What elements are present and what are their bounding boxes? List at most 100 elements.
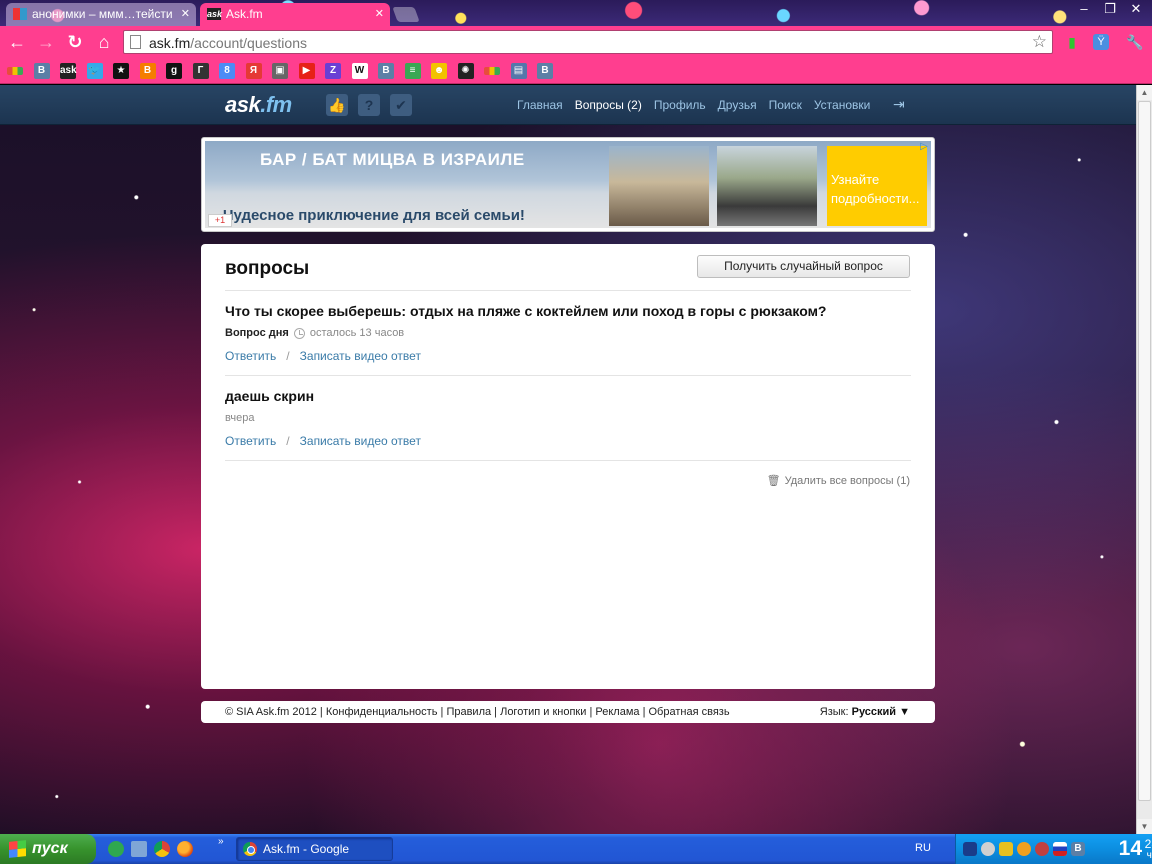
window-controls: – ❐ ✕ [1072,0,1148,20]
youtube-icon[interactable]: ▶ [298,63,315,79]
translate-icon[interactable]: Ÿ [1093,34,1109,50]
multicolor-grid-icon [13,8,27,20]
askfm-icon[interactable]: ask [60,63,77,79]
utorrent-icon[interactable] [108,841,124,857]
answer-link[interactable]: Ответить [225,349,276,363]
wikipedia-icon[interactable]: W [351,63,368,79]
bookmark-star-icon[interactable]: ☆ [1032,32,1047,52]
star-icon[interactable]: ★ [113,63,129,79]
delete-all-questions[interactable]: 🗑 Удалить все вопросы (1) [767,474,910,488]
footer-link-rules[interactable]: Правила [446,706,491,718]
video-answer-link[interactable]: Записать видео ответ [300,434,421,448]
ad-cta-button[interactable]: Узнайте подробности... [827,146,927,226]
system-clock[interactable]: 14 28 чт [1119,836,1152,862]
nav-search[interactable]: Поиск [769,98,802,112]
google-plus-one-button[interactable]: +1 [208,214,232,227]
random-question-button[interactable]: Получить случайный вопрос [697,255,910,278]
nav-settings[interactable]: Установки [814,98,870,112]
footer-link-feedback[interactable]: Обратная связь [649,706,730,718]
wrench-icon[interactable]: 🔧 [1125,32,1145,52]
google-icon[interactable]: 8 [219,63,235,79]
questions-card: вопросы Получить случайный вопрос Что ты… [201,244,935,689]
russian-flag-icon[interactable] [1053,842,1067,856]
page-title: вопросы [225,258,310,279]
answer-link[interactable]: Ответить [225,434,276,448]
footer-link-privacy[interactable]: Конфиденциальность [326,706,438,718]
adchoices-icon[interactable]: ▷ [917,140,931,154]
nav-home[interactable]: Главная [517,98,563,112]
ad-photo-city [609,146,709,226]
separator: / [286,434,290,448]
footer-link-ads[interactable]: Реклама [595,706,639,718]
z-icon[interactable]: Z [325,63,341,79]
language-indicator[interactable]: RU [915,842,931,854]
multicolor-grid-icon[interactable] [484,67,500,75]
question-actions: Ответить / Записать видео ответ [225,349,421,363]
g-icon[interactable]: g [166,63,182,79]
vk-icon[interactable]: B [537,63,553,79]
question-mark-icon[interactable]: ? [358,94,380,116]
question-text[interactable]: даешь скрин [225,388,314,404]
nav-profile[interactable]: Профиль [654,98,706,112]
nav-friends[interactable]: Друзья [718,98,757,112]
security-icon[interactable] [999,842,1013,856]
vk-icon[interactable]: B [378,63,394,79]
logout-icon[interactable]: ⇥ [893,96,909,112]
tv-icon[interactable]: ▣ [272,63,288,79]
gamma-icon[interactable]: Г [192,63,209,79]
blogger-icon[interactable]: B [139,63,156,79]
smiley-icon[interactable]: ☻ [431,63,447,79]
maximize-icon[interactable]: ❐ [1098,0,1122,18]
address-bar[interactable]: ask.fm/account/questions ☆ [123,30,1053,54]
tab-askfm[interactable]: ask Ask.fm ✕ [200,3,390,26]
nav-questions[interactable]: Вопросы (2) [575,98,642,112]
close-window-icon[interactable]: ✕ [1124,0,1148,18]
opera-icon[interactable] [1035,842,1049,856]
chevron-icon[interactable]: » [218,836,224,847]
scrollbar-thumb[interactable] [1138,101,1151,801]
language-value: Русский ▼ [851,706,910,718]
start-button[interactable]: пуск [0,834,96,864]
checkmark-icon[interactable]: ✔ [390,94,412,116]
tab-anonymki[interactable]: анонимки – ммм…тейсти ✕ [6,3,196,26]
vertical-scrollbar[interactable]: ▲ ▼ [1136,85,1152,834]
close-icon[interactable]: ✕ [375,3,384,25]
footer-link-logo[interactable]: Логотип и кнопки [500,706,586,718]
yandex-icon[interactable]: Я [245,63,262,79]
scroll-down-arrow[interactable]: ▼ [1137,819,1152,834]
thumbs-up-icon[interactable]: 👍 [326,94,348,116]
minimize-icon[interactable]: – [1072,0,1096,18]
ad-subtitle: Чудесное приключение для всей семьи! [223,207,525,224]
question-meta: Вопрос дня осталось 13 часов [225,327,404,339]
show-desktop-icon[interactable] [131,841,147,857]
vk-icon[interactable]: B [33,63,50,79]
question-text[interactable]: Что ты скорее выберешь: отдых на пляже с… [225,303,827,319]
twitter-bird-icon[interactable]: 🐦 [86,63,103,79]
chrome-icon[interactable] [154,841,170,857]
flag-icon[interactable]: ≡ [404,63,421,79]
taskbar-item-chrome[interactable]: Ask.fm - Google Chrome [236,837,393,861]
app-tray-icon[interactable] [1017,842,1031,856]
signal-bars-icon[interactable]: ▮ [1062,32,1082,52]
picture-icon[interactable]: ▤ [510,63,527,79]
network-icon[interactable] [981,842,995,856]
forward-arrow-icon[interactable]: → [36,32,56,52]
reload-icon[interactable]: ↻ [65,32,85,52]
video-answer-link[interactable]: Записать видео ответ [300,349,421,363]
home-icon[interactable]: ⌂ [94,32,114,52]
film-reel-icon[interactable]: ✺ [457,63,474,79]
vk-icon[interactable]: B [1071,842,1085,856]
question-of-day-badge: Вопрос дня [225,327,289,339]
back-arrow-icon[interactable]: ← [7,32,27,52]
close-icon[interactable]: ✕ [181,3,190,25]
scroll-up-arrow[interactable]: ▲ [1137,85,1152,100]
multicolor-grid-icon[interactable] [7,67,23,75]
bookmarks-bar: Bask 🐦 ★ Bg Г 8 Я ▣ ▶ Z W B ≡ ☻ ✺ ▤ B [0,58,1152,84]
new-tab-button[interactable] [392,7,420,22]
browser-toolbar: ← → ↻ ⌂ ask.fm/account/questions ☆ ▮ Ÿ 🔧 [0,26,1152,58]
firefox-icon[interactable] [177,841,193,857]
language-selector[interactable]: Язык: Русский ▼ [820,706,910,718]
ad-banner[interactable]: БАР / БАТ МИЦВА В ИЗРАИЛЕ Чудесное прикл… [201,137,935,232]
askfm-logo[interactable]: ask.fm [225,92,292,118]
bluetooth-icon[interactable] [963,842,977,856]
